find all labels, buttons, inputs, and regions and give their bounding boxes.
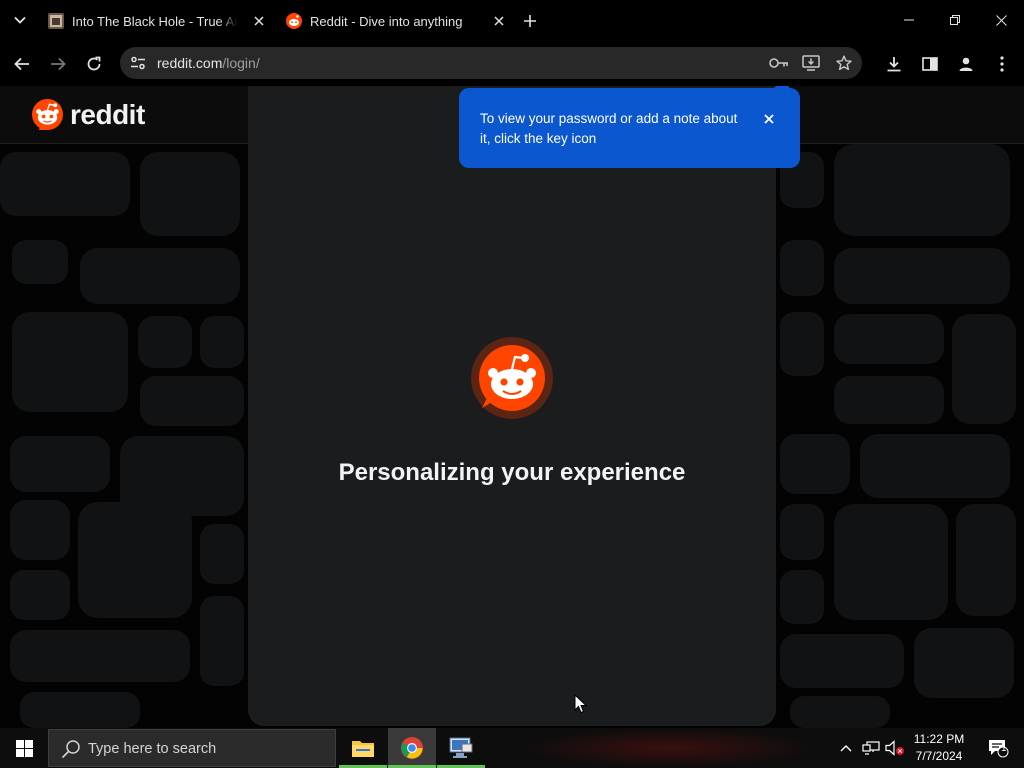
show-hidden-icons-chevron-icon[interactable] (836, 728, 856, 768)
tab-strip: Into The Black Hole - True Amo Reddit - … (0, 0, 1024, 42)
search-icon (61, 740, 80, 759)
url-text[interactable]: reddit.com/login/ (157, 55, 260, 71)
address-bar[interactable]: reddit.com/login/ (120, 47, 862, 79)
wallpaper-glow (520, 728, 820, 768)
tooltip-close-icon[interactable] (760, 110, 778, 128)
reddit-snoo-icon (31, 98, 64, 131)
minimize-icon[interactable] (886, 6, 932, 34)
close-window-icon[interactable] (978, 6, 1024, 34)
bookmark-star-icon[interactable] (833, 52, 855, 74)
key-icon[interactable] (768, 52, 790, 74)
tab-favicon-icon (48, 13, 64, 29)
page-viewport: reddit Personalizing your experience To … (0, 86, 1024, 728)
tab-reddit[interactable]: Reddit - Dive into anything (278, 6, 508, 36)
restore-icon[interactable] (932, 6, 978, 34)
url-host: reddit.com (157, 55, 223, 71)
tab-title: Reddit - Dive into anything (310, 13, 463, 29)
taskbar-search-box[interactable]: Type here to search (48, 729, 336, 767)
taskbar-clock[interactable]: 11:22 PM 7/7/2024 (908, 731, 970, 765)
side-panel-icon[interactable] (918, 52, 942, 76)
chrome-icon[interactable] (388, 728, 436, 768)
clock-date: 7/7/2024 (915, 749, 963, 763)
tab-close-icon[interactable] (490, 12, 508, 30)
reddit-snoo-loading-icon (471, 337, 553, 419)
password-key-tooltip: To view your password or add a note abou… (459, 86, 800, 168)
reddit-wordmark: reddit (70, 98, 145, 130)
tab-title: Into The Black Hole - True Amo (72, 13, 238, 29)
new-tab-icon[interactable] (520, 11, 540, 31)
windows-start-icon[interactable] (0, 728, 48, 768)
network-icon[interactable] (860, 728, 882, 768)
reload-icon[interactable] (82, 52, 106, 76)
volume-muted-icon[interactable] (884, 728, 906, 768)
windows-taskbar: Type here to search 11:22 PM 7/7/2024 1 (0, 728, 1024, 768)
menu-kebab-icon[interactable] (990, 52, 1014, 76)
remote-desktop-icon[interactable] (437, 728, 485, 768)
reddit-logo[interactable]: reddit (31, 98, 145, 131)
tab-into-the-black-hole[interactable]: Into The Black Hole - True Amo (40, 6, 268, 36)
tooltip-message: To view your password or add a note abou… (480, 111, 738, 146)
reddit-favicon-icon (286, 13, 302, 29)
downloads-icon[interactable] (882, 52, 906, 76)
tab-search-dropdown-icon[interactable] (8, 10, 32, 30)
mouse-cursor-icon (574, 694, 588, 714)
url-path: /login/ (222, 55, 260, 71)
file-explorer-icon[interactable] (339, 728, 387, 768)
browser-toolbar: reddit.com/login/ (0, 42, 1024, 86)
login-modal: Personalizing your experience (248, 86, 776, 726)
back-icon[interactable] (10, 52, 34, 76)
search-placeholder: Type here to search (88, 741, 217, 757)
notifications-icon[interactable]: 1 (978, 728, 1018, 768)
tab-close-icon[interactable] (250, 12, 268, 30)
site-info-icon[interactable] (126, 51, 150, 75)
install-app-icon[interactable] (800, 52, 822, 74)
loading-message: Personalizing your experience (338, 459, 686, 486)
forward-icon[interactable] (46, 52, 70, 76)
clock-time: 11:22 PM (913, 732, 965, 746)
profile-icon[interactable] (954, 52, 978, 76)
notification-count: 1 (1001, 743, 1007, 754)
